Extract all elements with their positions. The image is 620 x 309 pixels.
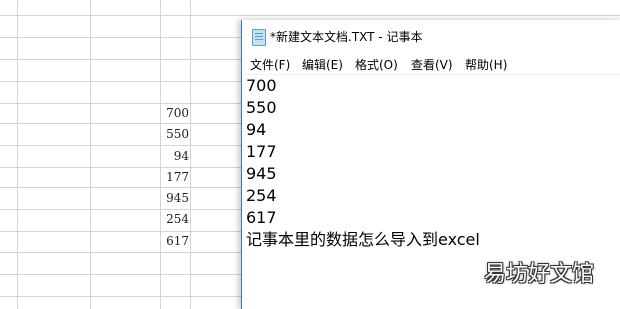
text-line: 945 (246, 164, 277, 183)
title-bar[interactable]: *新建文本文档.TXT - 记事本 (242, 20, 620, 53)
spreadsheet-cell[interactable]: 550 (160, 127, 189, 141)
grid-row-line (0, 15, 620, 16)
grid-column-line (90, 0, 91, 309)
menu-bar: 文件(F) 编辑(E) 格式(O) 查看(V) 帮助(H) (242, 53, 620, 75)
text-line: 617 (246, 208, 277, 227)
menu-file[interactable]: 文件(F) (250, 56, 290, 73)
spreadsheet-cell[interactable]: 945 (160, 191, 189, 205)
text-line: 记事本里的数据怎么导入到excel (246, 230, 480, 249)
window-title: *新建文本文档.TXT - 记事本 (270, 30, 423, 44)
text-line: 700 (246, 76, 277, 95)
spreadsheet-cell[interactable]: 617 (160, 234, 189, 248)
spreadsheet-cell[interactable]: 254 (160, 212, 189, 226)
spreadsheet-cell[interactable]: 177 (160, 170, 189, 184)
spreadsheet-cell[interactable]: 94 (160, 149, 189, 163)
text-line: 177 (246, 142, 277, 161)
text-line: 94 (246, 120, 267, 139)
notepad-icon (252, 29, 266, 46)
watermark-text: 易坊好文馆 (483, 262, 594, 287)
spreadsheet-cell[interactable]: 700 (160, 106, 189, 120)
menu-format[interactable]: 格式(O) (355, 56, 398, 73)
menu-edit[interactable]: 编辑(E) (302, 56, 343, 73)
menu-help[interactable]: 帮助(H) (465, 56, 507, 73)
text-line: 254 (246, 186, 277, 205)
text-line: 550 (246, 98, 277, 117)
grid-column-line (190, 0, 191, 309)
grid-column-line (17, 0, 18, 309)
menu-view[interactable]: 查看(V) (411, 56, 453, 73)
